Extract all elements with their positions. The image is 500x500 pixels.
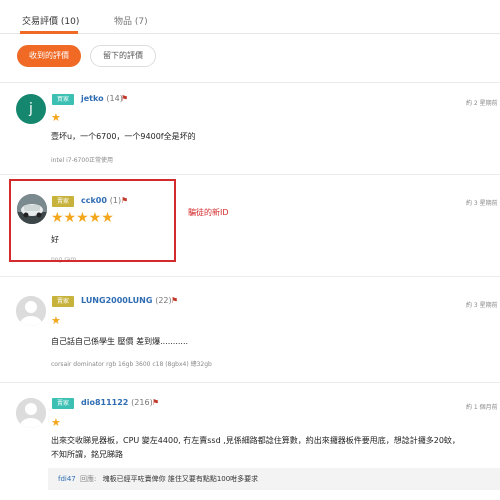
annotation-label: 騙徒的新ID xyxy=(188,208,229,217)
avatar[interactable] xyxy=(16,296,46,326)
default-avatar-icon xyxy=(16,398,46,428)
review-product: corsair dominator rgb 16gb 3600 c18 (8gb… xyxy=(51,361,212,368)
rating-stars: ★ xyxy=(51,314,61,327)
review-product: intel i7-6700正常使用 xyxy=(51,157,114,164)
divider xyxy=(0,382,500,383)
role-badge: 買家 xyxy=(52,94,75,105)
received-reviews-button[interactable]: 收到的評價 xyxy=(17,45,81,67)
rating-stars: ★ xyxy=(51,416,61,429)
reply-label: 回應: xyxy=(80,475,97,483)
username-link[interactable]: dio811122 (216) xyxy=(81,398,153,407)
tab-items[interactable]: 物品 (7) xyxy=(114,14,148,27)
reply-text: 塊板已經平咗賣俾你 誰住又要有點點100咁多要求 xyxy=(102,475,259,483)
rating-stars: ★ xyxy=(51,111,61,124)
review-text: 壹坏u，一个6700，一个9400f全是坏的 xyxy=(51,132,196,141)
report-flag-icon[interactable]: ⚑ xyxy=(171,296,178,305)
divider xyxy=(0,276,500,277)
highlight-box xyxy=(9,179,176,262)
report-flag-icon[interactable]: ⚑ xyxy=(121,94,128,103)
review-text-line: 不知所謂，銘兄睇路 xyxy=(51,450,123,459)
username-link[interactable]: LUNG2000LUNG (22) xyxy=(81,296,172,305)
avatar[interactable] xyxy=(16,398,46,428)
default-avatar-icon xyxy=(16,296,46,326)
review-text: 自己話自己係學生 壓價 差到爆........... xyxy=(51,337,189,346)
divider xyxy=(0,82,500,83)
review-time: 約 3 星期前 xyxy=(466,302,498,309)
role-badge: 賣家 xyxy=(52,296,75,307)
report-flag-icon[interactable]: ⚑ xyxy=(152,398,159,407)
review-count: (22) xyxy=(155,296,172,305)
role-badge: 賣家 xyxy=(52,398,75,409)
tab-bar: 交易評價 (10) 物品 (7) xyxy=(0,0,500,34)
username-link[interactable]: jetko (14) xyxy=(81,94,123,103)
reply-username[interactable]: fdi47 xyxy=(58,475,76,483)
divider xyxy=(0,174,500,175)
active-tab-indicator xyxy=(20,31,78,34)
left-reviews-button[interactable]: 留下的評價 xyxy=(90,45,156,67)
review-time: 約 3 星期前 xyxy=(466,200,498,207)
avatar[interactable]: j xyxy=(16,94,46,124)
review-count: (216) xyxy=(131,398,153,407)
seller-reply: fdi47 回應: 塊板已經平咗賣俾你 誰住又要有點點100咁多要求 xyxy=(48,468,500,490)
review-time: 約 2 星期前 xyxy=(466,100,498,107)
tab-reviews[interactable]: 交易評價 (10) xyxy=(22,14,79,27)
review-time: 約 1 個月前 xyxy=(466,404,498,411)
review-text-line: 出來交收睇見器板，CPU 變左4400, 冇左賣ssd ,見係細路都諗住算數，約… xyxy=(51,436,460,445)
avatar-letter: j xyxy=(29,101,33,117)
